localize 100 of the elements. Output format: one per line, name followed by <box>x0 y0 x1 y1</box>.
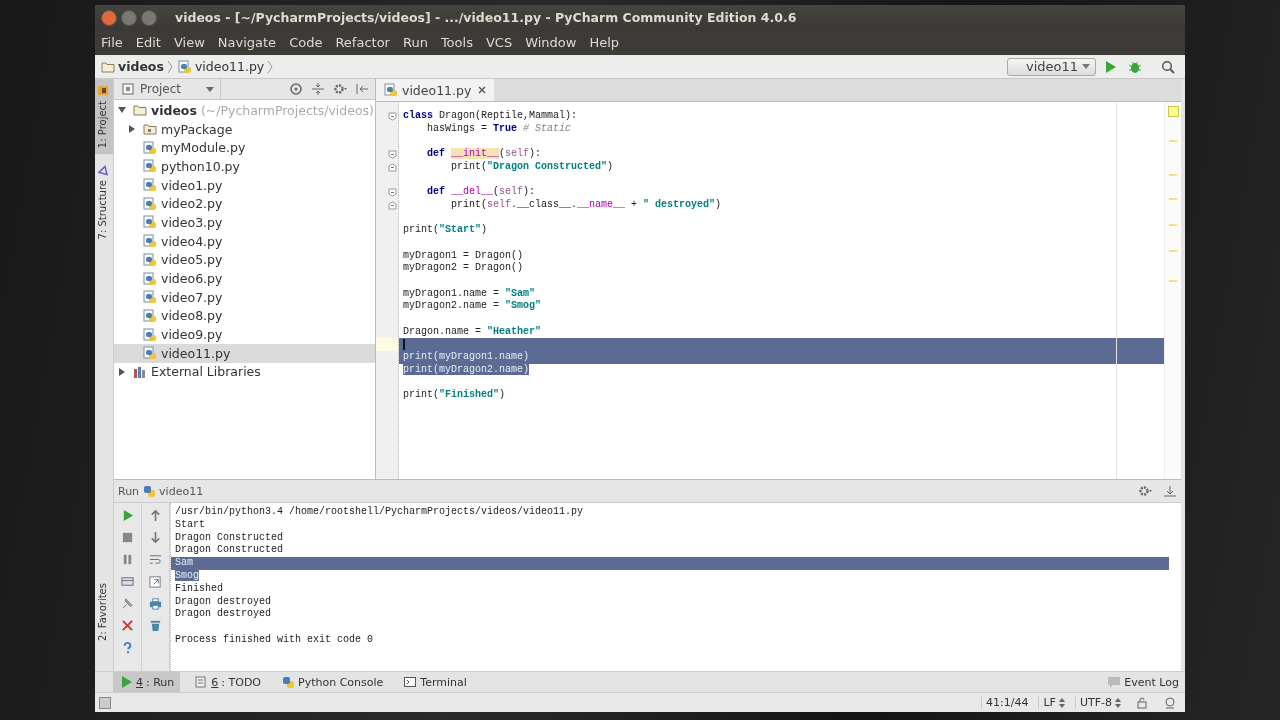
python-icon <box>281 675 295 689</box>
breadcrumb[interactable]: video11.py <box>194 59 265 74</box>
run-icon[interactable] <box>121 509 134 522</box>
tree-row[interactable]: myModule.py <box>114 138 375 158</box>
expand-arrow-icon[interactable] <box>118 106 126 115</box>
tree-row[interactable]: video7.py <box>114 287 375 307</box>
python-icon <box>142 484 157 498</box>
console-line: Start <box>175 518 205 530</box>
menu-item[interactable]: VCS <box>485 35 513 50</box>
event-log-tab[interactable]: Event Log <box>1101 672 1185 692</box>
menu-item[interactable]: Window <box>525 35 577 50</box>
layout-icon[interactable] <box>121 575 134 588</box>
stop-icon[interactable] <box>121 531 134 544</box>
up-down-arrows-icon <box>1058 697 1065 708</box>
gear-icon[interactable] <box>333 82 347 96</box>
console-line: Process finished with exit code 0 <box>175 633 374 645</box>
gear-icon[interactable] <box>1138 484 1152 498</box>
caret-position[interactable]: 41:1/44 <box>981 696 1033 709</box>
tree-row[interactable]: video9.py <box>114 325 375 344</box>
search-icon[interactable] <box>1161 59 1175 74</box>
tree-row[interactable]: video4.py <box>114 231 375 251</box>
side-tab[interactable]: 1: Project <box>95 79 113 155</box>
speech-bubble-icon <box>1107 675 1122 689</box>
tree-row[interactable]: video8.py <box>114 306 375 326</box>
trash-icon[interactable] <box>149 619 162 632</box>
tool-window-tab[interactable]: 6 : TODO <box>188 672 267 692</box>
down-arrow-icon[interactable] <box>149 531 162 544</box>
hide-panel-icon[interactable] <box>355 82 369 96</box>
scroll-to-end-icon[interactable] <box>149 575 162 588</box>
editor-tab[interactable]: video11.py <box>376 79 495 101</box>
menu-item[interactable]: Code <box>289 35 323 50</box>
python-file-icon <box>177 59 192 74</box>
menu-item[interactable]: Refactor <box>335 35 390 50</box>
code-line: def __del__(self): <box>426 186 536 198</box>
tree-row[interactable]: video1.py <box>114 175 375 195</box>
close-icon[interactable] <box>121 619 134 632</box>
tree-row[interactable]: video2.py <box>114 194 375 214</box>
close-button[interactable] <box>101 9 117 26</box>
tree-row[interactable]: python10.py <box>114 157 375 176</box>
fold-icon[interactable] <box>388 149 397 159</box>
line-separator-selector[interactable]: LF <box>1038 696 1069 709</box>
up-down-arrows-icon <box>1115 697 1121 708</box>
console-line: Sam <box>175 557 193 569</box>
python-file-icon <box>143 159 157 174</box>
expand-arrow-icon[interactable] <box>118 367 126 376</box>
pause-icon[interactable] <box>121 553 134 566</box>
bug-icon[interactable] <box>1128 59 1142 74</box>
target-icon[interactable] <box>289 82 303 96</box>
encoding-selector[interactable]: UTF-8 <box>1074 696 1125 709</box>
up-arrow-icon[interactable] <box>149 509 162 522</box>
side-tab[interactable]: 7: Structure <box>95 158 113 246</box>
run-panel-title: Run <box>118 484 140 498</box>
tree-item[interactable]: External Libraries <box>151 364 261 380</box>
menu-item[interactable]: Edit <box>135 35 161 50</box>
fold-icon[interactable] <box>388 111 397 121</box>
tree-row[interactable]: video3.py <box>114 213 375 232</box>
tool-windows-toggle-icon[interactable] <box>99 696 111 709</box>
python-file-icon <box>143 234 157 249</box>
breadcrumb[interactable]: videos <box>118 59 164 74</box>
python-file-icon <box>143 215 157 230</box>
fold-end-icon[interactable] <box>388 200 397 210</box>
tree-row[interactable]: video11.py <box>114 343 375 363</box>
code-line: print(myDragon1.name) <box>403 351 530 363</box>
tree-row[interactable]: video5.py <box>114 250 375 270</box>
help-icon[interactable] <box>121 641 134 654</box>
menu-item[interactable]: Tools <box>440 35 473 50</box>
menu-item[interactable]: View <box>173 35 205 50</box>
chevron-icon <box>267 59 274 74</box>
menu-item[interactable]: File <box>101 35 123 50</box>
text-cursor <box>403 339 405 351</box>
tree-row[interactable]: myPackage <box>114 119 375 139</box>
tool-window-tab[interactable]: 4 : Run <box>113 672 181 692</box>
menu-item[interactable]: Run <box>402 35 428 50</box>
window-title: videos - [~/PycharmProjects/videos] - .../video11.py - PyCharm Community Edition 4.0.6 <box>175 10 797 25</box>
menu-item[interactable]: Help <box>589 35 620 50</box>
tree-item[interactable]: videos <box>151 102 197 118</box>
console-line: Dragon destroyed <box>175 595 271 607</box>
menu-item[interactable]: Navigate <box>217 35 277 50</box>
folder-icon <box>97 85 109 97</box>
side-tab[interactable]: 2: Favorites <box>95 576 113 647</box>
code-line: hasWings = True # Static <box>426 122 572 134</box>
tool-window-tab[interactable]: Terminal <box>397 672 473 692</box>
collapse-icon[interactable] <box>311 82 325 96</box>
run-configuration-dropdown[interactable]: video11 <box>1006 57 1096 76</box>
minimize-button[interactable] <box>121 9 137 26</box>
close-icon[interactable] <box>478 86 487 94</box>
structure-icon <box>97 164 109 177</box>
python-file-icon <box>143 140 157 155</box>
print-icon[interactable] <box>149 597 162 610</box>
tool-window-tab[interactable]: Python Console <box>275 672 390 692</box>
hide-panel-icon[interactable] <box>1163 484 1177 498</box>
fold-icon[interactable] <box>388 187 397 197</box>
console-line: Dragon Constructed <box>175 544 284 556</box>
maximize-button[interactable] <box>141 9 157 26</box>
soft-wrap-icon[interactable] <box>149 553 162 566</box>
tree-row[interactable]: video6.py <box>114 269 375 288</box>
fold-end-icon[interactable] <box>388 162 397 172</box>
run-icon[interactable] <box>1103 59 1117 74</box>
expand-arrow-icon[interactable] <box>128 125 136 134</box>
lock-icon[interactable] <box>1135 695 1149 710</box>
